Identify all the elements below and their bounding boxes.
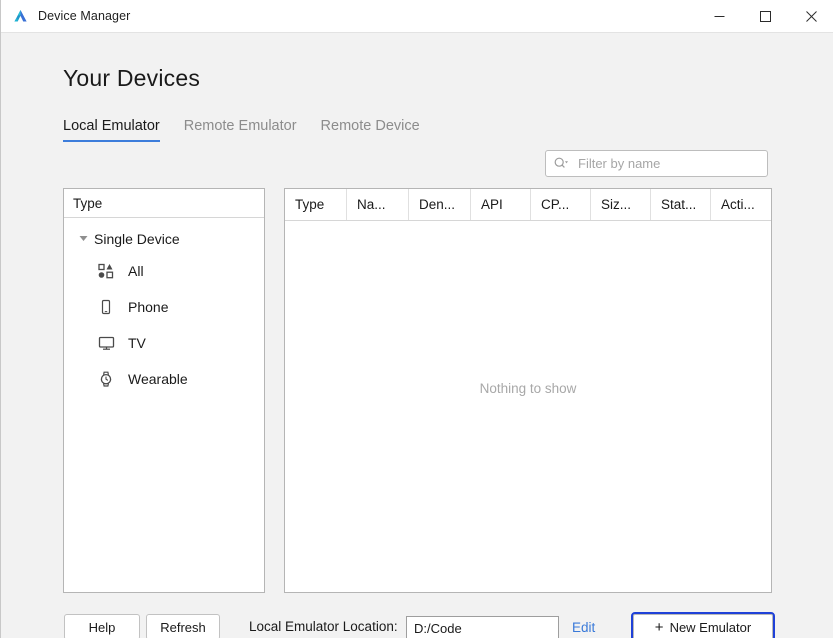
new-emulator-button[interactable]: + New Emulator	[633, 614, 773, 638]
tree-header-type: Type	[64, 189, 264, 218]
search-input[interactable]	[576, 155, 761, 172]
edit-location-link[interactable]: Edit	[572, 620, 595, 635]
filter-box[interactable]	[545, 150, 768, 177]
android-studio-logo-icon	[11, 7, 29, 25]
page-title: Your Devices	[63, 65, 200, 92]
tree-item-label: TV	[128, 335, 146, 351]
tree-item-label: Phone	[128, 299, 168, 315]
close-icon[interactable]	[788, 0, 833, 32]
table-column-status[interactable]: Stat...	[651, 189, 711, 220]
search-icon	[554, 157, 569, 170]
device-manager-window: Device Manager Your Devices Local Emulat…	[0, 0, 833, 638]
tree-item-tv[interactable]: TV	[64, 325, 264, 361]
tree-item-wearable[interactable]: Wearable	[64, 361, 264, 397]
tab-local-emulator[interactable]: Local Emulator	[63, 118, 160, 142]
tree-body: Single Device All	[64, 218, 264, 397]
phone-icon	[95, 299, 117, 315]
device-type-tree-panel: Type Single Device	[63, 188, 265, 593]
help-button[interactable]: Help	[64, 614, 140, 638]
tree-item-all[interactable]: All	[64, 253, 264, 289]
table-column-actions[interactable]: Acti...	[711, 189, 771, 220]
table-column-api[interactable]: API	[471, 189, 531, 220]
table-column-size[interactable]: Siz...	[591, 189, 651, 220]
minimize-icon[interactable]	[696, 0, 742, 32]
table-column-density[interactable]: Den...	[409, 189, 471, 220]
title-bar: Device Manager	[1, 0, 833, 33]
maximize-icon[interactable]	[742, 0, 788, 32]
empty-state-message: Nothing to show	[285, 221, 771, 592]
table-column-name[interactable]: Na...	[347, 189, 409, 220]
plus-icon: +	[655, 620, 664, 635]
local-emulator-location-label: Local Emulator Location:	[249, 619, 398, 634]
devices-all-icon	[95, 263, 117, 279]
tab-remote-device[interactable]: Remote Device	[321, 118, 420, 142]
table-body: Nothing to show	[285, 221, 771, 592]
window-title: Device Manager	[38, 9, 130, 23]
tree-item-label: Wearable	[128, 371, 188, 387]
tree-group-label: Single Device	[94, 231, 180, 247]
table-column-type[interactable]: Type	[285, 189, 347, 220]
device-table-panel: Type Na... Den... API CP... Siz... Stat.…	[284, 188, 772, 593]
new-emulator-label: New Emulator	[670, 620, 752, 635]
tree-group-single-device[interactable]: Single Device	[64, 224, 264, 253]
tv-icon	[95, 335, 117, 351]
table-column-cpu[interactable]: CP...	[531, 189, 591, 220]
tree-item-label: All	[128, 263, 144, 279]
watch-icon	[95, 371, 117, 387]
chevron-down-icon[interactable]	[76, 235, 90, 242]
tab-remote-emulator[interactable]: Remote Emulator	[184, 118, 297, 142]
tree-item-phone[interactable]: Phone	[64, 289, 264, 325]
refresh-button[interactable]: Refresh	[146, 614, 220, 638]
tab-bar: Local Emulator Remote Emulator Remote De…	[63, 118, 420, 142]
table-header-row: Type Na... Den... API CP... Siz... Stat.…	[285, 189, 771, 221]
local-emulator-location-input[interactable]	[406, 616, 559, 638]
main-content: Your Devices Local Emulator Remote Emula…	[1, 33, 833, 638]
